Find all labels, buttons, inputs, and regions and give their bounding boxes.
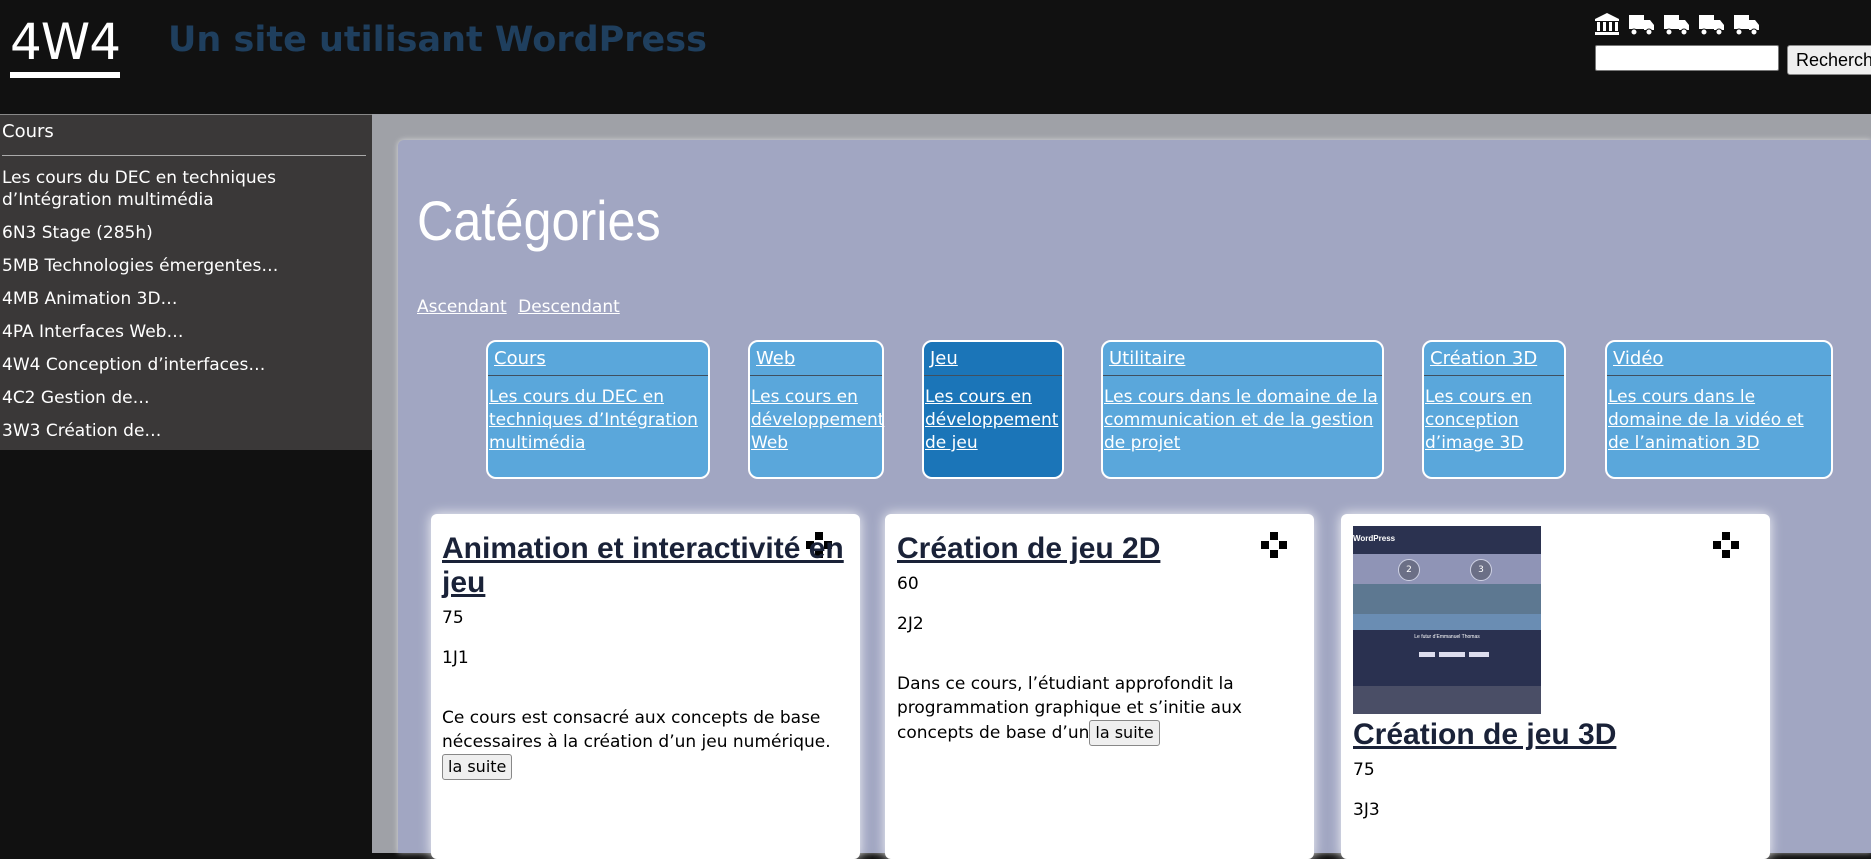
card-title[interactable]: Animation et interactivité en jeu	[442, 532, 852, 600]
category-description[interactable]: Les cours en développement de jeu	[924, 386, 1062, 455]
category-description[interactable]: Les cours en conception d’image 3D	[1424, 386, 1564, 455]
sidebar-item-4w4[interactable]: 4W4 Conception d’interfaces…	[2, 354, 362, 376]
category-divider	[488, 375, 708, 376]
card-code: 2J2	[897, 614, 924, 634]
card-description: Ce cours est consacré aux concepts de ba…	[442, 708, 831, 752]
sidebar-item-5mb[interactable]: 5MB Technologies émergentes…	[2, 255, 362, 277]
category-title[interactable]: Utilitaire	[1103, 342, 1382, 375]
category-description[interactable]: Les cours dans le domaine de la vidéo et…	[1607, 386, 1831, 455]
category-divider	[1103, 375, 1382, 376]
thumbnail-circle: 3	[1470, 559, 1492, 581]
category-divider	[750, 375, 882, 376]
sidebar-item-4c2[interactable]: 4C2 Gestion de…	[2, 387, 362, 409]
category-video[interactable]: Vidéo Les cours dans le domaine de la vi…	[1605, 340, 1833, 479]
card-description: Dans ce cours, l’étudiant approfondit la…	[897, 674, 1242, 743]
site-logo[interactable]: 4W4	[10, 12, 121, 78]
sidebar-item-4mb[interactable]: 4MB Animation 3D…	[2, 288, 362, 310]
card-hours: 60	[897, 574, 919, 594]
sidebar-item-dec[interactable]: Les cours du DEC en techniques d’Intégra…	[2, 167, 362, 211]
category-divider	[924, 375, 1062, 376]
category-description[interactable]: Les cours dans le domaine de la communic…	[1103, 386, 1382, 455]
category-description[interactable]: Les cours du DEC en techniques d’Intégra…	[488, 386, 708, 455]
sidebar-item-3w3[interactable]: 3W3 Création de…	[2, 420, 362, 442]
course-card-animation-interactivite: Animation et interactivité en jeu 75 1J1…	[431, 514, 860, 859]
search-input[interactable]	[1595, 45, 1779, 71]
truck-icon[interactable]	[1733, 12, 1760, 36]
card-title[interactable]: Création de jeu 3D	[1353, 718, 1763, 752]
category-title[interactable]: Vidéo	[1607, 342, 1831, 375]
category-utilitaire[interactable]: Utilitaire Les cours dans le domaine de …	[1101, 340, 1384, 479]
thumbnail-circle: 2	[1398, 559, 1420, 581]
card-title[interactable]: Création de jeu 2D	[897, 532, 1307, 566]
card-hours: 75	[1353, 760, 1375, 780]
category-title[interactable]: Web	[750, 342, 882, 375]
category-title[interactable]: Création 3D	[1424, 342, 1564, 375]
truck-icon[interactable]	[1663, 12, 1690, 36]
thumbnail-caption: Le futur d’Emmanuel Thomas	[1414, 634, 1480, 640]
search-button[interactable]: Recherch	[1787, 45, 1871, 75]
read-more-button[interactable]: la suite	[442, 754, 513, 780]
course-thumbnail[interactable]: WordPress 2 3 Le futur d’Emmanuel Thomas	[1353, 526, 1541, 714]
truck-icon[interactable]	[1698, 12, 1725, 36]
category-jeu[interactable]: Jeu Les cours en développement de jeu	[922, 340, 1064, 479]
museum-icon[interactable]	[1594, 12, 1620, 36]
card-code: 1J1	[442, 648, 469, 668]
course-card-jeu-2d: Création de jeu 2D 60 2J2 Dans ce cours,…	[885, 514, 1314, 859]
card-code: 3J3	[1353, 800, 1380, 820]
site-title[interactable]: Un site utilisant WordPress	[168, 20, 707, 60]
truck-icon[interactable]	[1628, 12, 1655, 36]
sidebar-list: Les cours du DEC en techniques d’Intégra…	[2, 167, 362, 453]
category-divider	[1424, 375, 1564, 376]
sort-links: Ascendant Descendant	[417, 297, 626, 317]
sort-ascending-link[interactable]: Ascendant	[417, 297, 507, 317]
page-title: Catégories	[417, 189, 661, 252]
sidebar-item-4pa[interactable]: 4PA Interfaces Web…	[2, 321, 362, 343]
category-title[interactable]: Cours	[488, 342, 708, 375]
gamepad-icon	[1713, 532, 1739, 558]
sort-descending-link[interactable]: Descendant	[518, 297, 620, 317]
category-creation-3d[interactable]: Création 3D Les cours en conception d’im…	[1422, 340, 1566, 479]
read-more-button[interactable]: la suite	[1089, 720, 1160, 746]
category-description[interactable]: Les cours en développement Web	[750, 386, 884, 455]
sidebar-title: Cours	[2, 121, 54, 142]
sidebar-divider	[2, 155, 366, 156]
thumbnail-label: WordPress	[1353, 534, 1396, 543]
sidebar: Cours Les cours du DEC en techniques d’I…	[0, 114, 372, 450]
category-web[interactable]: Web Les cours en développement Web	[748, 340, 884, 479]
card-hours: 75	[442, 608, 464, 628]
category-divider	[1607, 375, 1831, 376]
course-card-jeu-3d: WordPress 2 3 Le futur d’Emmanuel Thomas…	[1341, 514, 1770, 859]
sidebar-item-6n3[interactable]: 6N3 Stage (285h)	[2, 222, 362, 244]
site-header: 4W4 Un site utilisant WordPress Recherch	[0, 0, 1871, 114]
category-cours[interactable]: Cours Les cours du DEC en techniques d’I…	[486, 340, 710, 479]
category-title[interactable]: Jeu	[924, 342, 1062, 375]
header-icon-row	[1594, 12, 1760, 36]
